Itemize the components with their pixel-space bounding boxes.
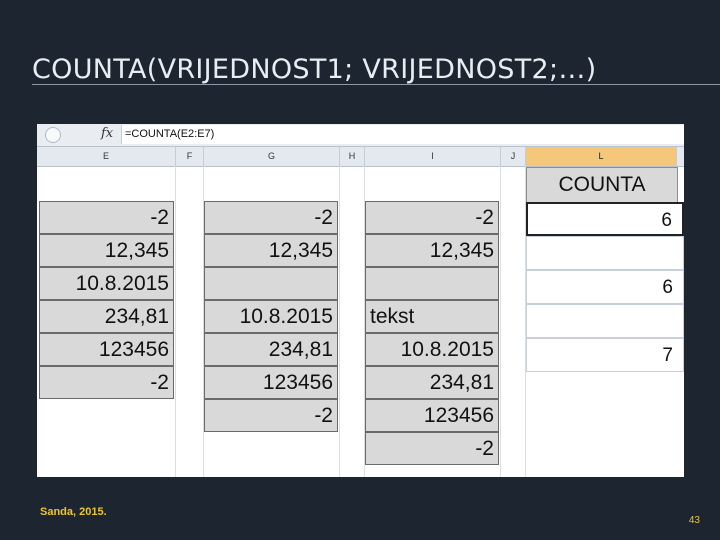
gridline (500, 166, 501, 477)
spreadsheet-screenshot: fx =COUNTA(E2:E7) E F G H I J L -2 12,34… (37, 124, 684, 477)
cell-i6[interactable]: 10.8.2015 (365, 333, 499, 366)
column-header-i[interactable]: I (365, 147, 501, 166)
cell-e3[interactable]: 12,345 (39, 234, 174, 267)
cell-l3[interactable] (526, 236, 684, 270)
cell-l2-active[interactable]: 6 (526, 202, 684, 236)
cell-l1-counta-header[interactable]: COUNTA (526, 167, 678, 203)
cell-i4[interactable] (365, 267, 499, 300)
cell-i3[interactable]: 12,345 (365, 234, 499, 267)
cell-e6[interactable]: 123456 (39, 333, 174, 366)
function-icon[interactable]: fx (101, 126, 113, 141)
title-underline (32, 84, 720, 85)
cell-e4[interactable]: 10.8.2015 (39, 267, 174, 300)
cell-g6[interactable]: 234,81 (204, 333, 338, 366)
cell-g2[interactable]: -2 (204, 201, 338, 234)
column-header-g[interactable]: G (204, 147, 340, 166)
cell-l5[interactable] (526, 304, 684, 338)
column-header-e[interactable]: E (37, 147, 176, 166)
formula-bar: fx =COUNTA(E2:E7) (37, 124, 684, 147)
cell-e2[interactable]: -2 (39, 201, 174, 234)
formula-input[interactable]: =COUNTA(E2:E7) (121, 125, 684, 144)
column-header-j[interactable]: J (501, 147, 526, 166)
name-box-button[interactable] (45, 127, 61, 143)
column-headers: E F G H I J L (37, 147, 684, 167)
gridline (175, 166, 176, 477)
cell-e7[interactable]: -2 (39, 366, 174, 399)
cell-i9[interactable]: -2 (365, 432, 499, 465)
cell-g7[interactable]: 123456 (204, 366, 338, 399)
gridline (339, 166, 340, 477)
cell-g5[interactable]: 10.8.2015 (204, 300, 338, 333)
cell-e5[interactable]: 234,81 (39, 300, 174, 333)
cell-i5[interactable]: tekst (365, 300, 499, 333)
column-header-l[interactable]: L (526, 147, 677, 166)
cell-i7[interactable]: 234,81 (365, 366, 499, 399)
cell-l4[interactable]: 6 (526, 270, 684, 304)
column-header-f[interactable]: F (176, 147, 204, 166)
column-header-h[interactable]: H (340, 147, 365, 166)
page-number: 43 (688, 515, 700, 526)
cell-g3[interactable]: 12,345 (204, 234, 338, 267)
cell-i2[interactable]: -2 (365, 201, 499, 234)
cell-g4[interactable] (204, 267, 338, 300)
cell-i8[interactable]: 123456 (365, 399, 499, 432)
slide-title: COUNTA(VRIJEDNOST1; VRIJEDNOST2;…) (32, 54, 597, 85)
footer-author: Sanda, 2015. (40, 506, 107, 518)
cell-l6[interactable]: 7 (526, 338, 684, 372)
cell-g8[interactable]: -2 (204, 399, 338, 432)
